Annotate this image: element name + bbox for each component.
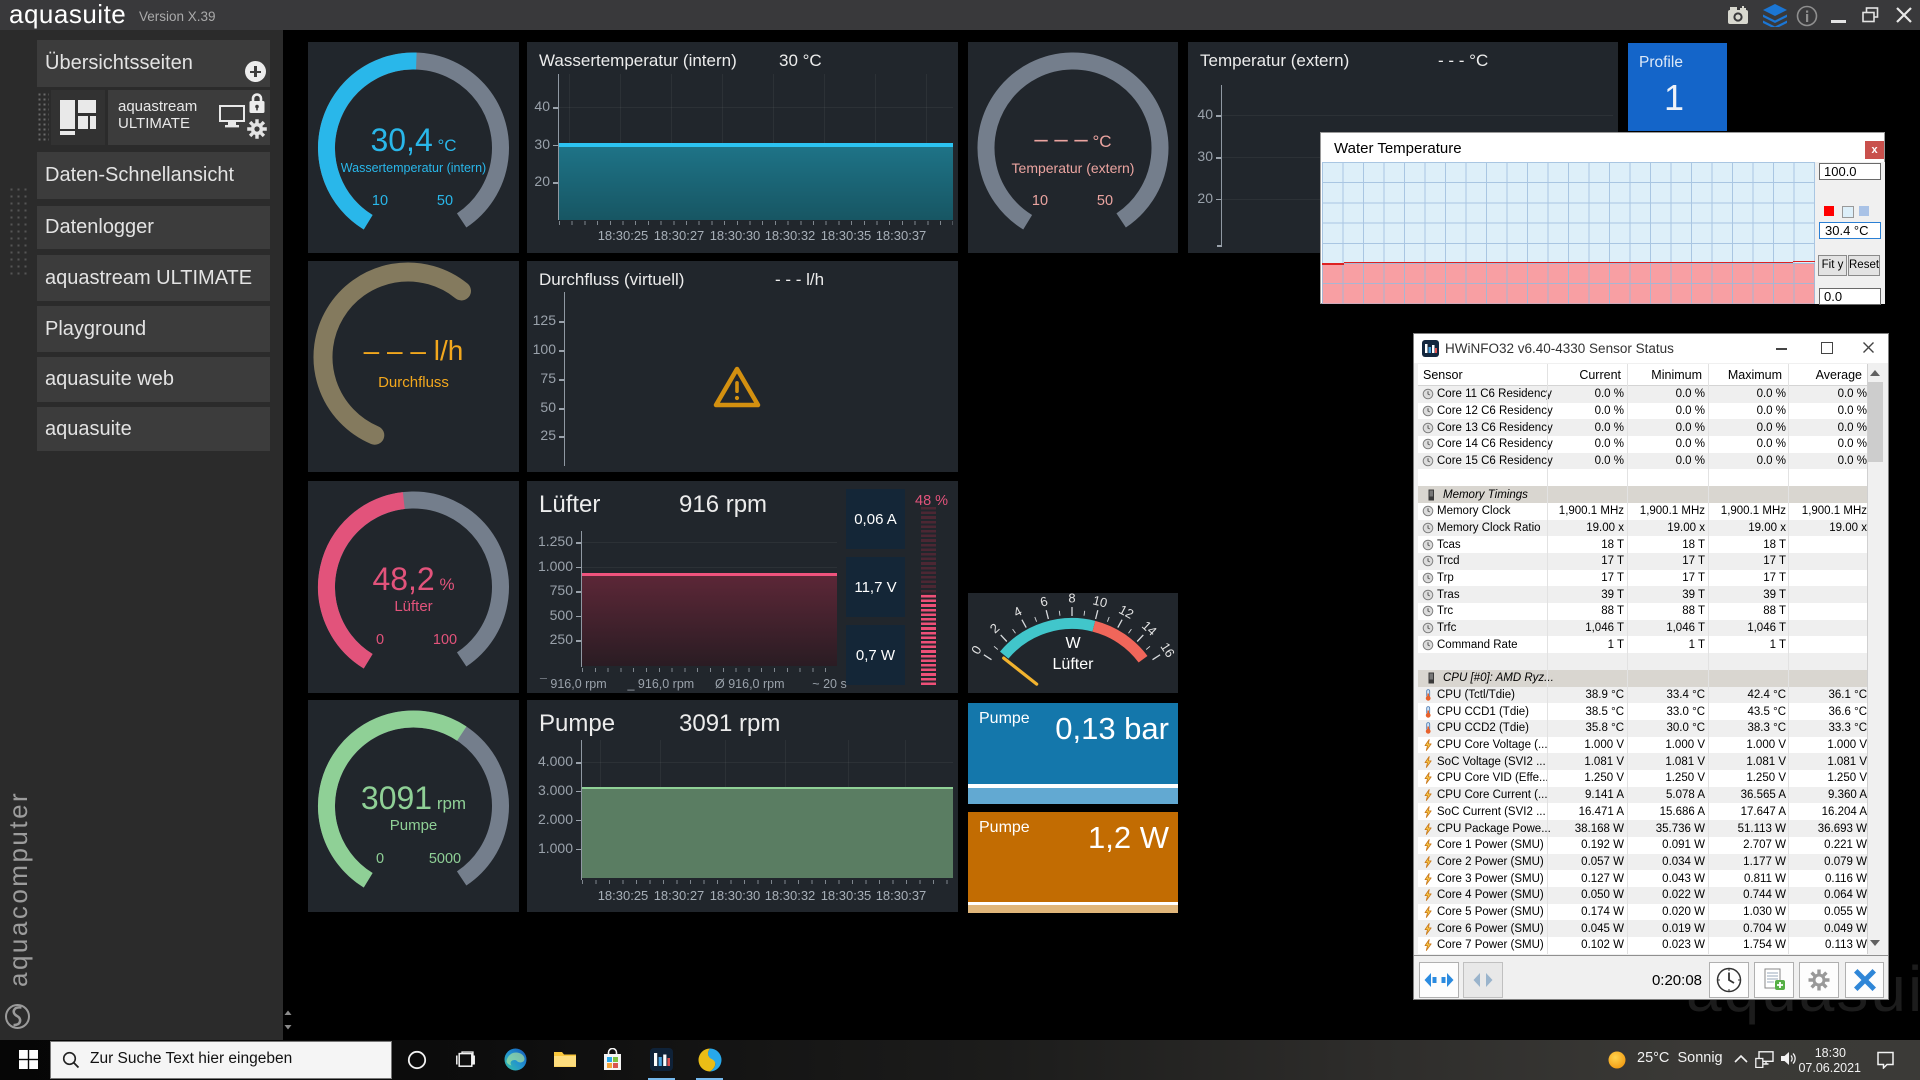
svg-text:12: 12 — [1116, 602, 1136, 622]
svg-text:10: 10 — [1091, 593, 1109, 610]
svg-text:4: 4 — [1011, 603, 1024, 620]
svg-text:2: 2 — [987, 620, 1003, 636]
svg-text:8: 8 — [1068, 593, 1075, 605]
svg-text:6: 6 — [1039, 593, 1050, 609]
